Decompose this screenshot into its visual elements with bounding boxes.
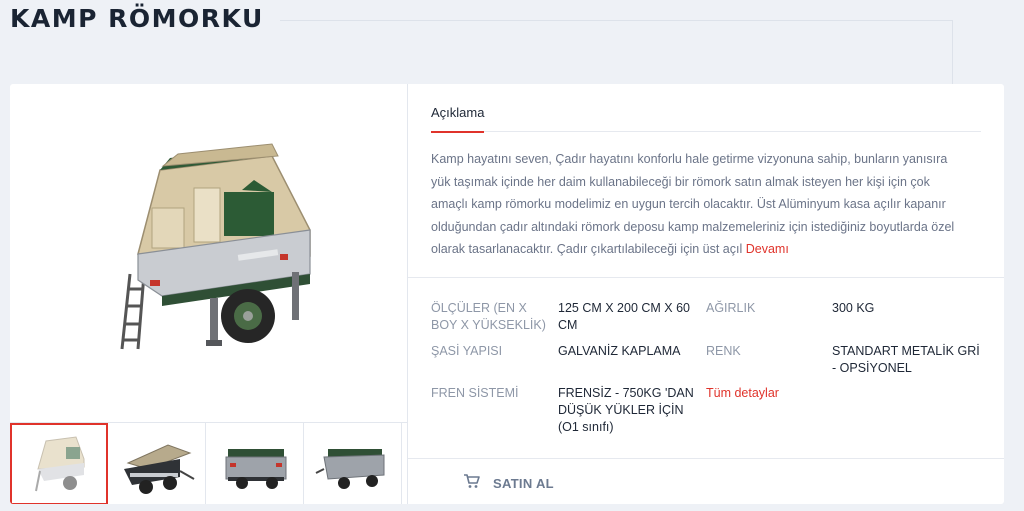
- divider: [408, 277, 1004, 278]
- product-gallery: [10, 84, 408, 504]
- thumbnail-strip: [10, 422, 407, 504]
- product-details: Açıklama Kamp hayatını seven, Çadır haya…: [408, 84, 1004, 504]
- spec-value-dimensions: 125 CM X 200 CM X 60 CM: [558, 301, 691, 332]
- spec-label-weight: AĞIRLIK: [706, 301, 756, 315]
- tab-bar: Açıklama: [431, 84, 981, 133]
- cart-icon: [463, 473, 481, 494]
- spec-value-color: STANDART METALİK GRİ - OPSİYONEL: [832, 344, 980, 375]
- spec-value-brake: FRENSİZ - 750KG 'DAN DÜŞÜK YÜKLER İÇİN (…: [558, 386, 694, 434]
- all-details-link[interactable]: Tüm detaylar: [706, 385, 816, 402]
- thumbnail-2[interactable]: [108, 423, 206, 504]
- product-description: Kamp hayatını seven, Çadır hayatını konf…: [431, 148, 961, 261]
- spec-label-dimensions: ÖLÇÜLER (EN X BOY X YÜKSEKLİK): [431, 301, 546, 332]
- buy-button-label: SATIN AL: [493, 475, 554, 491]
- spec-value-weight: 300 KG: [832, 301, 875, 315]
- thumbnail-4[interactable]: [304, 423, 402, 504]
- buy-button[interactable]: SATIN AL: [463, 469, 554, 497]
- divider: [408, 458, 1004, 459]
- read-more-link[interactable]: Devamı: [746, 242, 789, 256]
- description-text: Kamp hayatını seven, Çadır hayatını konf…: [431, 152, 955, 257]
- spec-label-chassis: ŞASİ YAPISI: [431, 344, 503, 358]
- page-title: KAMP RÖMORKU: [10, 4, 264, 33]
- tab-description[interactable]: Açıklama: [431, 105, 485, 133]
- spec-label-brake: FREN SİSTEMİ: [431, 386, 519, 400]
- decorative-line: [952, 20, 953, 84]
- main-product-image[interactable]: [10, 84, 407, 422]
- spec-value-chassis: GALVANİZ KAPLAMA: [558, 344, 681, 358]
- thumbnail-1[interactable]: [10, 423, 108, 504]
- product-card: Açıklama Kamp hayatını seven, Çadır haya…: [10, 84, 1004, 504]
- decorative-line: [280, 20, 952, 21]
- spec-label-color: RENK: [706, 344, 741, 358]
- thumbnail-3[interactable]: [206, 423, 304, 504]
